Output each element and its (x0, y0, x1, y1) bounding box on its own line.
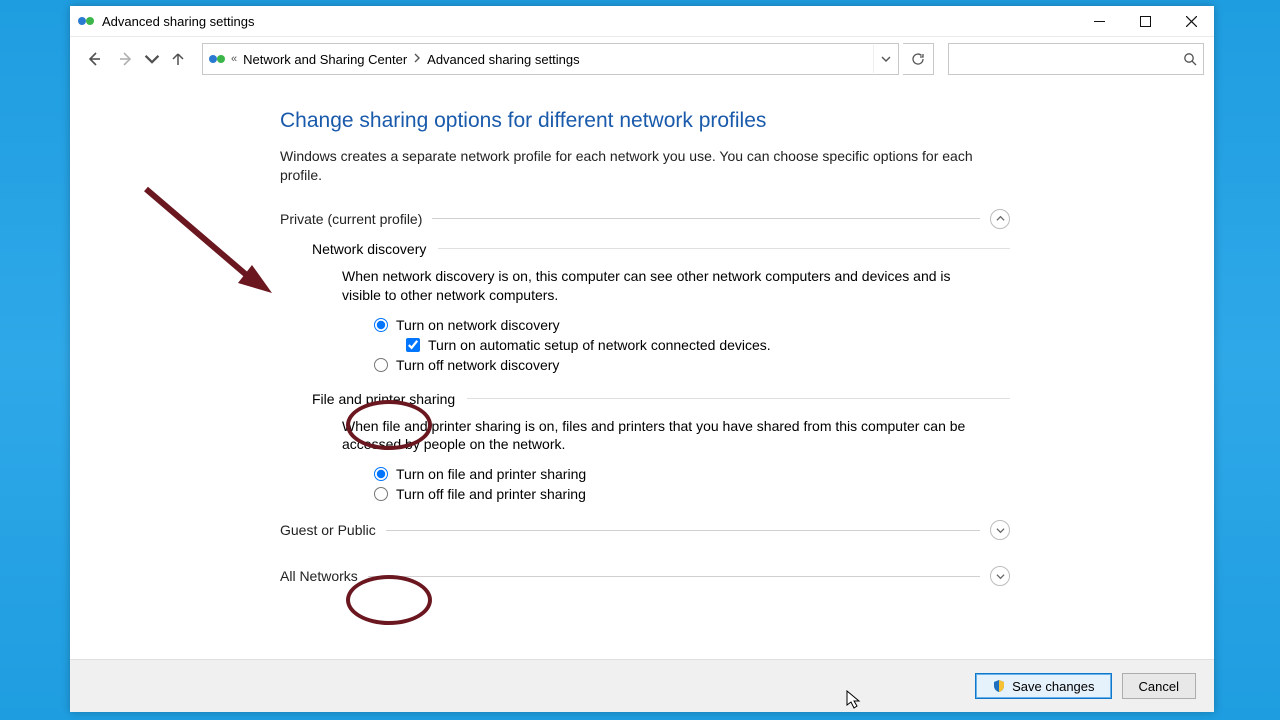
radio-nd-on-input[interactable] (374, 318, 388, 332)
nav-back-button[interactable] (80, 45, 108, 73)
chevron-right-icon (413, 53, 421, 66)
close-button[interactable] (1168, 6, 1214, 36)
expand-icon[interactable] (990, 566, 1010, 586)
network-discovery-label: Network discovery (312, 241, 1010, 257)
breadcrumb-item[interactable]: Advanced sharing settings (427, 52, 579, 67)
search-box[interactable] (948, 43, 1204, 75)
nav-recent-dropdown[interactable] (144, 45, 160, 73)
window-title: Advanced sharing settings (102, 14, 254, 29)
bottom-bar: Save changes Cancel (70, 659, 1214, 712)
radio-fs-off-input[interactable] (374, 487, 388, 501)
checkbox-nd-auto-input[interactable] (406, 338, 420, 352)
refresh-button[interactable] (903, 43, 934, 75)
section-all-header[interactable]: All Networks (280, 566, 1010, 586)
cancel-button[interactable]: Cancel (1122, 673, 1196, 699)
section-private-header[interactable]: Private (current profile) (280, 209, 1010, 229)
checkbox-nd-auto[interactable]: Turn on automatic setup of network conne… (406, 337, 1010, 353)
nav-up-button[interactable] (164, 45, 192, 73)
save-changes-button[interactable]: Save changes (975, 673, 1111, 699)
radio-nd-on[interactable]: Turn on network discovery (374, 317, 1010, 333)
minimize-button[interactable] (1076, 6, 1122, 36)
radio-fs-off[interactable]: Turn off file and printer sharing (374, 486, 1010, 502)
app-icon (78, 13, 94, 29)
collapse-icon[interactable] (990, 209, 1010, 229)
page-title: Change sharing options for different net… (280, 109, 1010, 133)
address-dropdown[interactable] (873, 45, 898, 73)
radio-fs-on-input[interactable] (374, 467, 388, 481)
address-icon (209, 51, 225, 67)
section-private-label: Private (current profile) (280, 211, 422, 227)
expand-icon[interactable] (990, 520, 1010, 540)
radio-fs-on[interactable]: Turn on file and printer sharing (374, 466, 1010, 482)
window: Advanced sharing settings (70, 6, 1214, 712)
search-icon (1183, 52, 1197, 66)
shield-icon (992, 679, 1006, 693)
file-sharing-description: When file and printer sharing is on, fil… (342, 417, 988, 455)
network-discovery-description: When network discovery is on, this compu… (342, 267, 988, 305)
annotation-arrow (140, 183, 280, 303)
section-guest-label: Guest or Public (280, 522, 376, 538)
titlebar: Advanced sharing settings (70, 6, 1214, 37)
maximize-button[interactable] (1122, 6, 1168, 36)
breadcrumb-item[interactable]: Network and Sharing Center (243, 52, 407, 67)
breadcrumb-root-glyph: « (231, 53, 237, 65)
section-guest-header[interactable]: Guest or Public (280, 520, 1010, 540)
section-all-label: All Networks (280, 568, 358, 584)
file-sharing-label: File and printer sharing (312, 391, 1010, 407)
navbar: « Network and Sharing Center Advanced sh… (70, 37, 1214, 81)
content-area: Change sharing options for different net… (70, 81, 1214, 659)
radio-nd-off-input[interactable] (374, 358, 388, 372)
page-description: Windows creates a separate network profi… (280, 147, 980, 185)
nav-forward-button[interactable] (112, 45, 140, 73)
cursor-icon (846, 690, 862, 710)
radio-nd-off[interactable]: Turn off network discovery (374, 357, 1010, 373)
address-bar[interactable]: « Network and Sharing Center Advanced sh… (202, 43, 899, 75)
